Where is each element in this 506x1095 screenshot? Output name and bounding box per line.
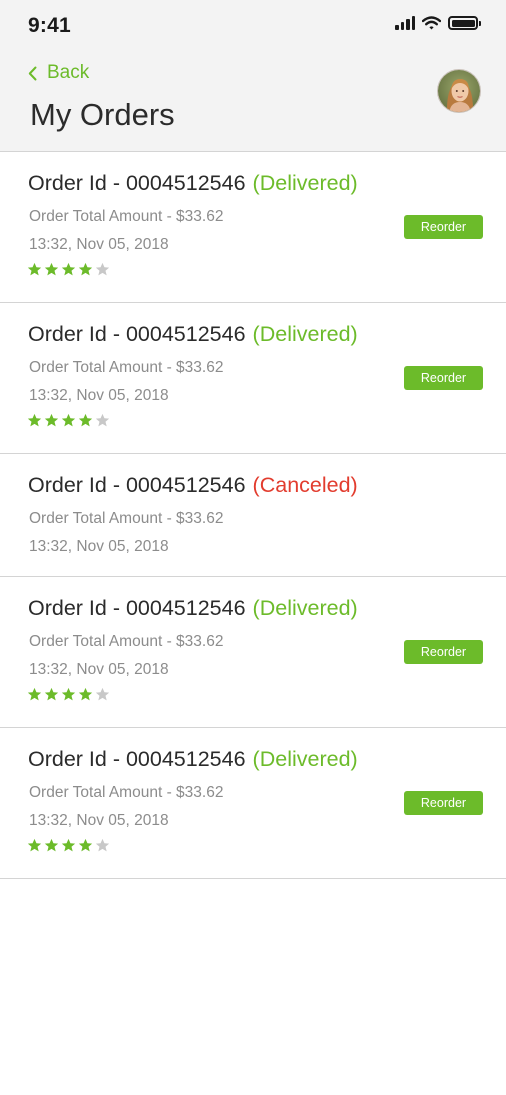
star-filled-icon bbox=[27, 687, 42, 701]
order-list: Order Id - 0004512546 (Delivered) Order To… bbox=[0, 152, 506, 879]
star-filled-icon bbox=[44, 413, 59, 427]
star-filled-icon bbox=[44, 262, 59, 276]
reorder-button[interactable]: Reorder bbox=[404, 366, 483, 390]
order-item[interactable]: Order Id - 0004512546 (Delivered) Order To… bbox=[0, 152, 506, 303]
order-rating bbox=[27, 687, 110, 701]
order-status: (Delivered) bbox=[252, 596, 358, 620]
star-filled-icon bbox=[78, 838, 93, 852]
star-filled-icon bbox=[61, 413, 76, 427]
order-datetime: 13:32, Nov 05, 2018 bbox=[29, 236, 169, 253]
order-status: (Delivered) bbox=[252, 322, 358, 346]
order-status: (Canceled) bbox=[252, 473, 358, 497]
order-item[interactable]: Order Id - 0004512546 (Delivered) Order To… bbox=[0, 577, 506, 728]
order-datetime: 13:32, Nov 05, 2018 bbox=[29, 661, 169, 678]
order-total-amount: Order Total Amount - $33.62 bbox=[29, 359, 224, 376]
header: 9:41 Back My Orders bbox=[0, 0, 506, 152]
avatar-image bbox=[438, 70, 480, 112]
order-item[interactable]: Order Id - 0004512546 (Delivered) Order To… bbox=[0, 303, 506, 454]
star-filled-icon bbox=[78, 687, 93, 701]
order-title: Order Id - 0004512546 (Canceled) bbox=[28, 473, 358, 498]
order-id: Order Id - 0004512546 bbox=[28, 171, 246, 195]
star-empty-icon bbox=[95, 838, 110, 852]
star-filled-icon bbox=[61, 687, 76, 701]
star-empty-icon bbox=[95, 687, 110, 701]
order-title: Order Id - 0004512546 (Delivered) bbox=[28, 747, 358, 772]
back-button[interactable]: Back bbox=[28, 62, 89, 84]
order-rating bbox=[27, 838, 110, 852]
order-status: (Delivered) bbox=[252, 171, 358, 195]
star-filled-icon bbox=[44, 838, 59, 852]
star-empty-icon bbox=[95, 262, 110, 276]
page-title: My Orders bbox=[30, 97, 175, 132]
order-item[interactable]: Order Id - 0004512546 (Canceled) Order Tot… bbox=[0, 454, 506, 577]
order-id: Order Id - 0004512546 bbox=[28, 473, 246, 497]
wifi-icon bbox=[422, 16, 441, 30]
battery-icon bbox=[448, 16, 481, 30]
order-datetime: 13:32, Nov 05, 2018 bbox=[29, 387, 169, 404]
reorder-button[interactable]: Reorder bbox=[404, 215, 483, 239]
order-id: Order Id - 0004512546 bbox=[28, 322, 246, 346]
order-item[interactable]: Order Id - 0004512546 (Delivered) Order To… bbox=[0, 728, 506, 879]
chevron-left-icon bbox=[28, 66, 37, 80]
order-datetime: 13:32, Nov 05, 2018 bbox=[29, 812, 169, 829]
order-status: (Delivered) bbox=[252, 747, 358, 771]
order-total-amount: Order Total Amount - $33.62 bbox=[29, 510, 224, 527]
star-filled-icon bbox=[78, 262, 93, 276]
star-filled-icon bbox=[78, 413, 93, 427]
order-datetime: 13:32, Nov 05, 2018 bbox=[29, 538, 169, 555]
order-rating bbox=[27, 413, 110, 427]
star-filled-icon bbox=[27, 838, 42, 852]
reorder-button[interactable]: Reorder bbox=[404, 791, 483, 815]
back-label: Back bbox=[47, 62, 90, 83]
cellular-signal-icon bbox=[395, 16, 415, 30]
order-title: Order Id - 0004512546 (Delivered) bbox=[28, 322, 358, 347]
star-filled-icon bbox=[27, 262, 42, 276]
star-empty-icon bbox=[95, 413, 110, 427]
order-total-amount: Order Total Amount - $33.62 bbox=[29, 633, 224, 650]
order-id: Order Id - 0004512546 bbox=[28, 596, 246, 620]
star-filled-icon bbox=[61, 838, 76, 852]
reorder-button[interactable]: Reorder bbox=[404, 640, 483, 664]
order-total-amount: Order Total Amount - $33.62 bbox=[29, 208, 224, 225]
order-id: Order Id - 0004512546 bbox=[28, 747, 246, 771]
star-filled-icon bbox=[27, 413, 42, 427]
order-total-amount: Order Total Amount - $33.62 bbox=[29, 784, 224, 801]
star-filled-icon bbox=[61, 262, 76, 276]
status-time: 9:41 bbox=[28, 14, 71, 37]
order-rating bbox=[27, 262, 110, 276]
order-title: Order Id - 0004512546 (Delivered) bbox=[28, 171, 358, 196]
status-icons bbox=[395, 16, 481, 30]
order-title: Order Id - 0004512546 (Delivered) bbox=[28, 596, 358, 621]
user-avatar[interactable] bbox=[437, 69, 481, 113]
star-filled-icon bbox=[44, 687, 59, 701]
